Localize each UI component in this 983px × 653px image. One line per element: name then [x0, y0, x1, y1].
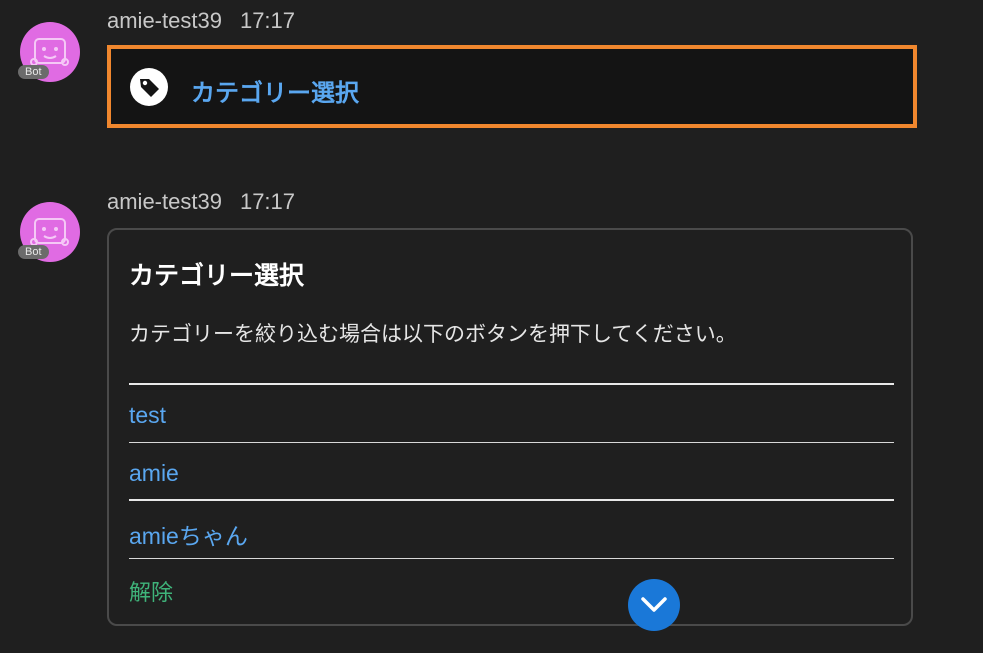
message-time: 17:17: [239, 189, 296, 214]
message-header: amie-test39 17:17: [107, 8, 295, 34]
collapsed-card-title: カテゴリー選択: [191, 79, 359, 107]
sender-name: amie-test39: [107, 189, 222, 214]
category-select-collapsed-card[interactable]: カテゴリー選択: [107, 45, 917, 128]
bot-avatar: Bot: [18, 22, 80, 82]
sender-name: amie-test39: [107, 8, 222, 33]
category-select-card: カテゴリー選択 カテゴリーを絞り込む場合は以下のボタンを押下してください。 te…: [107, 228, 913, 626]
chevron-down-icon: [641, 597, 667, 612]
category-option-amie-chan[interactable]: amieちゃん: [129, 517, 248, 551]
clear-category-button[interactable]: 解除: [129, 575, 173, 607]
tag-icon: [130, 68, 168, 106]
card-description: カテゴリーを絞り込む場合は以下のボタンを押下してください。: [129, 322, 737, 346]
bot-badge: Bot: [18, 65, 49, 79]
bot-avatar: Bot: [18, 202, 80, 262]
message-time: 17:17: [239, 8, 296, 33]
divider: [129, 558, 894, 559]
category-option-test[interactable]: test: [129, 402, 166, 429]
divider: [129, 499, 894, 501]
scroll-to-bottom-button[interactable]: [628, 579, 680, 631]
divider: [129, 383, 894, 385]
divider: [129, 442, 894, 443]
category-option-amie[interactable]: amie: [129, 460, 179, 487]
chat-transcript: Bot amie-test39 17:17 カテゴリー選択 Bot amie-te…: [0, 0, 983, 653]
message-header: amie-test39 17:17: [107, 189, 295, 215]
bot-badge: Bot: [18, 245, 49, 259]
card-title: カテゴリー選択: [129, 261, 305, 290]
